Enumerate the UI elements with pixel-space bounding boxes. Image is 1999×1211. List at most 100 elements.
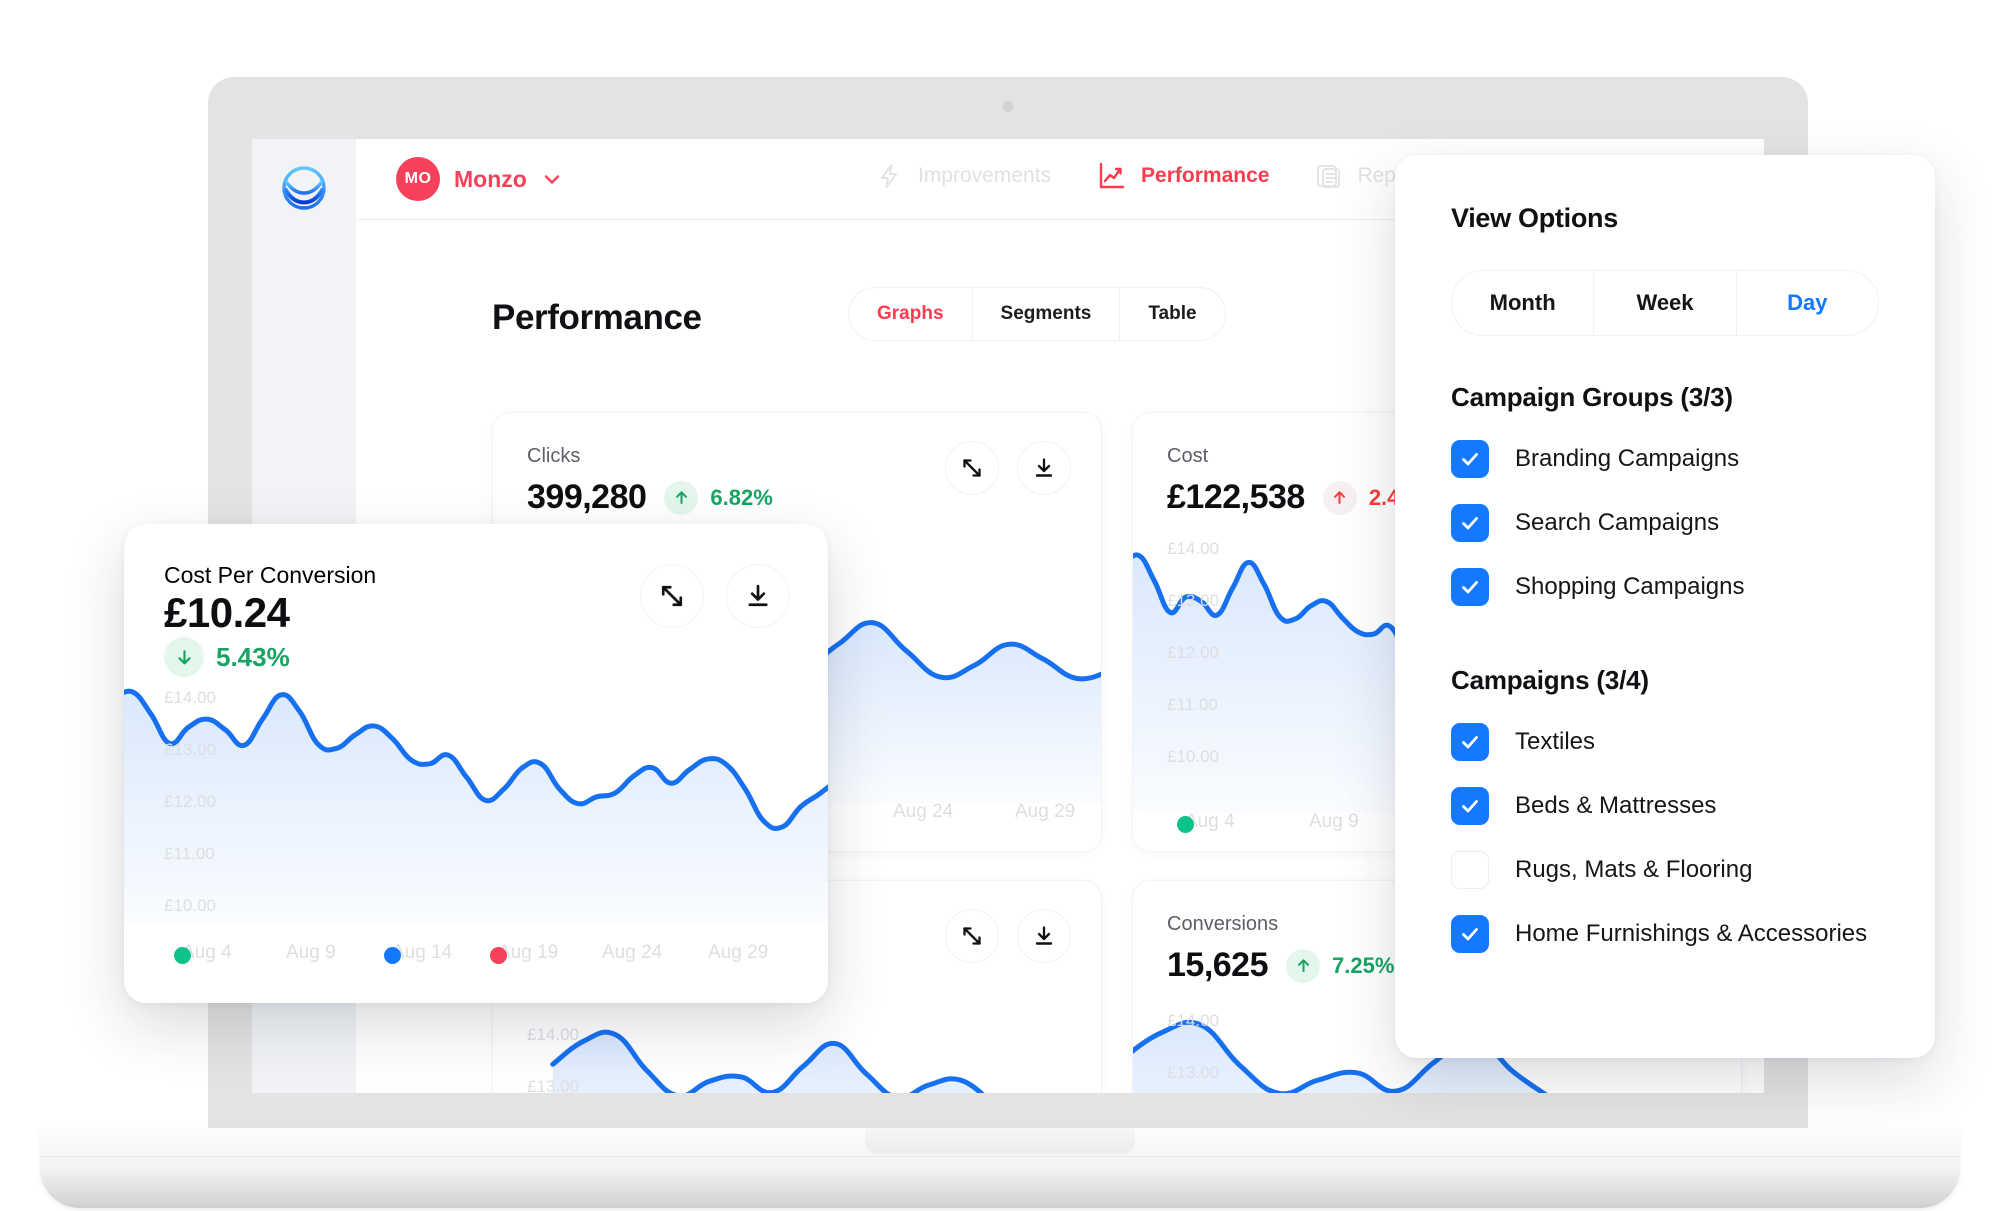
chart-cpc-xaxis: Aug 4 Aug 9 Aug 14 Aug 19 Aug 24 Aug 29 bbox=[124, 942, 828, 972]
card-value: £10.24 bbox=[164, 589, 290, 636]
card-value: £122,538 bbox=[1167, 478, 1305, 516]
account-switcher[interactable]: MO Monzo bbox=[396, 157, 563, 201]
checkbox-label: Textiles bbox=[1515, 728, 1596, 755]
y-tick-label: £14.00 bbox=[1167, 1011, 1219, 1030]
legend-dot-teal bbox=[174, 947, 191, 964]
checkbox-label: Rugs, Mats & Flooring bbox=[1515, 856, 1753, 883]
x-tick-label: Aug 29 bbox=[1015, 801, 1076, 822]
y-tick-label: £13.00 bbox=[1167, 591, 1219, 610]
x-tick-label: Aug 24 bbox=[602, 942, 663, 963]
checkbox-unchecked-icon[interactable] bbox=[1451, 851, 1489, 889]
checkbox-label: Search Campaigns bbox=[1515, 509, 1720, 536]
y-tick-label: £13.00 bbox=[164, 740, 216, 759]
y-tick-label: £11.00 bbox=[164, 844, 215, 863]
screenshot-root: MO Monzo Improvements Performance Perfor… bbox=[0, 0, 1999, 1211]
checkbox-label: Beds & Mattresses bbox=[1515, 792, 1717, 819]
y-tick-label: £14.00 bbox=[164, 688, 216, 707]
card-delta: 6.82% bbox=[664, 480, 773, 515]
tab-table[interactable]: Table bbox=[1120, 288, 1224, 340]
lightning-bolt-icon bbox=[876, 162, 904, 190]
legend-dot-pink bbox=[490, 947, 507, 964]
brand-logo-icon[interactable] bbox=[280, 164, 328, 212]
y-tick-label: £10.00 bbox=[1167, 747, 1219, 766]
card-actions bbox=[945, 441, 1071, 495]
view-tabs: Graphs Segments Table bbox=[848, 287, 1226, 341]
arrow-up-icon bbox=[1322, 480, 1357, 515]
card-value: 15,625 bbox=[1167, 946, 1269, 984]
campaign-groups-title: Campaign Groups (3/3) bbox=[1451, 382, 1733, 412]
floating-card-cost-per-conversion[interactable]: Cost Per Conversion £10.24 5.43% £14.00 … bbox=[124, 524, 828, 1003]
card-label: Cost Per Conversion bbox=[164, 562, 377, 588]
checkbox-checked-icon[interactable] bbox=[1451, 787, 1489, 825]
checkbox-checked-icon[interactable] bbox=[1451, 504, 1489, 542]
arrow-up-icon bbox=[664, 480, 699, 515]
card-value: 399,280 bbox=[527, 478, 647, 516]
card-delta: 7.25% bbox=[1286, 948, 1395, 983]
checkbox-row-home-furnishings-accessories[interactable]: Home Furnishings & Accessories bbox=[1451, 902, 1879, 966]
nav-tab-improvements[interactable]: Improvements bbox=[876, 162, 1051, 190]
card-label: Cost bbox=[1167, 445, 1209, 467]
nav-tab-label: Improvements bbox=[918, 164, 1052, 187]
tab-graphs[interactable]: Graphs bbox=[849, 288, 973, 340]
card-delta-value: 6.82% bbox=[710, 484, 773, 510]
download-icon[interactable] bbox=[1017, 441, 1071, 495]
checkbox-row-beds-mattresses[interactable]: Beds & Mattresses bbox=[1451, 774, 1879, 838]
arrow-down-icon bbox=[164, 637, 204, 677]
document-stack-icon bbox=[1315, 162, 1343, 190]
granularity-toggle: Month Week Day bbox=[1451, 270, 1879, 336]
legend-dot-blue bbox=[384, 947, 401, 964]
y-tick-label: £12.00 bbox=[164, 792, 216, 811]
checkbox-label: Shopping Campaigns bbox=[1515, 573, 1745, 600]
download-icon[interactable] bbox=[1017, 909, 1071, 963]
expand-arrows-icon[interactable] bbox=[640, 564, 704, 628]
card-label: Conversions bbox=[1167, 913, 1279, 935]
nav-tab-label: Performance bbox=[1141, 164, 1270, 187]
x-tick-label: Aug 24 bbox=[893, 801, 954, 822]
checkbox-checked-icon[interactable] bbox=[1451, 440, 1489, 478]
account-avatar-badge: MO bbox=[396, 157, 440, 201]
checkbox-row-textiles[interactable]: Textiles bbox=[1451, 710, 1879, 774]
checkbox-checked-icon[interactable] bbox=[1451, 915, 1489, 953]
chart-cost-per-conversion bbox=[124, 674, 828, 924]
campaigns-list: Textiles Beds & Mattresses Rugs, Mats & … bbox=[1451, 710, 1879, 966]
card-delta: 5.43% bbox=[164, 637, 376, 677]
chevron-down-icon[interactable] bbox=[541, 168, 563, 190]
checkbox-row-shopping-campaigns[interactable]: Shopping Campaigns bbox=[1451, 555, 1879, 619]
nav-tab-performance[interactable]: Performance bbox=[1097, 161, 1269, 191]
chart-bottom-left bbox=[493, 1017, 1101, 1093]
granularity-week[interactable]: Week bbox=[1594, 271, 1737, 335]
view-options-panel: View Options Month Week Day Campaign Gro… bbox=[1395, 155, 1935, 1058]
account-name: Monzo bbox=[454, 165, 527, 192]
checkbox-row-rugs-mats-flooring[interactable]: Rugs, Mats & Flooring bbox=[1451, 838, 1879, 902]
campaigns-title: Campaigns (3/4) bbox=[1451, 665, 1649, 695]
expand-arrows-icon[interactable] bbox=[945, 909, 999, 963]
y-tick-label: £11.00 bbox=[1167, 695, 1218, 714]
download-icon[interactable] bbox=[726, 564, 790, 628]
checkbox-row-branding-campaigns[interactable]: Branding Campaigns bbox=[1451, 427, 1879, 491]
y-tick-label: £14.00 bbox=[1167, 539, 1219, 558]
y-tick-label: £13.00 bbox=[527, 1077, 579, 1093]
checkbox-label: Branding Campaigns bbox=[1515, 445, 1740, 472]
x-tick-label: Aug 14 bbox=[392, 942, 453, 963]
card-delta-value: 7.25% bbox=[1332, 952, 1395, 978]
x-tick-label: Aug 29 bbox=[708, 942, 769, 963]
granularity-month[interactable]: Month bbox=[1452, 271, 1595, 335]
tab-segments[interactable]: Segments bbox=[973, 288, 1121, 340]
view-options-title: View Options bbox=[1451, 203, 1618, 233]
checkbox-checked-icon[interactable] bbox=[1451, 723, 1489, 761]
granularity-day[interactable]: Day bbox=[1737, 271, 1878, 335]
x-tick-label: Aug 9 bbox=[1309, 811, 1359, 832]
expand-arrows-icon[interactable] bbox=[945, 441, 999, 495]
x-tick-label: Aug 19 bbox=[498, 942, 559, 963]
campaign-groups-list: Branding Campaigns Search Campaigns Shop… bbox=[1451, 427, 1879, 619]
x-tick-label: Aug 9 bbox=[286, 942, 336, 963]
checkbox-checked-icon[interactable] bbox=[1451, 568, 1489, 606]
laptop-notch bbox=[865, 1128, 1135, 1154]
checkbox-row-search-campaigns[interactable]: Search Campaigns bbox=[1451, 491, 1879, 555]
laptop-base bbox=[40, 1128, 1960, 1208]
y-tick-label: £10.00 bbox=[164, 896, 216, 915]
card-delta-value: 5.43% bbox=[216, 641, 290, 672]
main-nav: Improvements Performance bbox=[876, 161, 1431, 191]
page-title: Performance bbox=[492, 298, 702, 337]
card-actions bbox=[640, 564, 790, 628]
